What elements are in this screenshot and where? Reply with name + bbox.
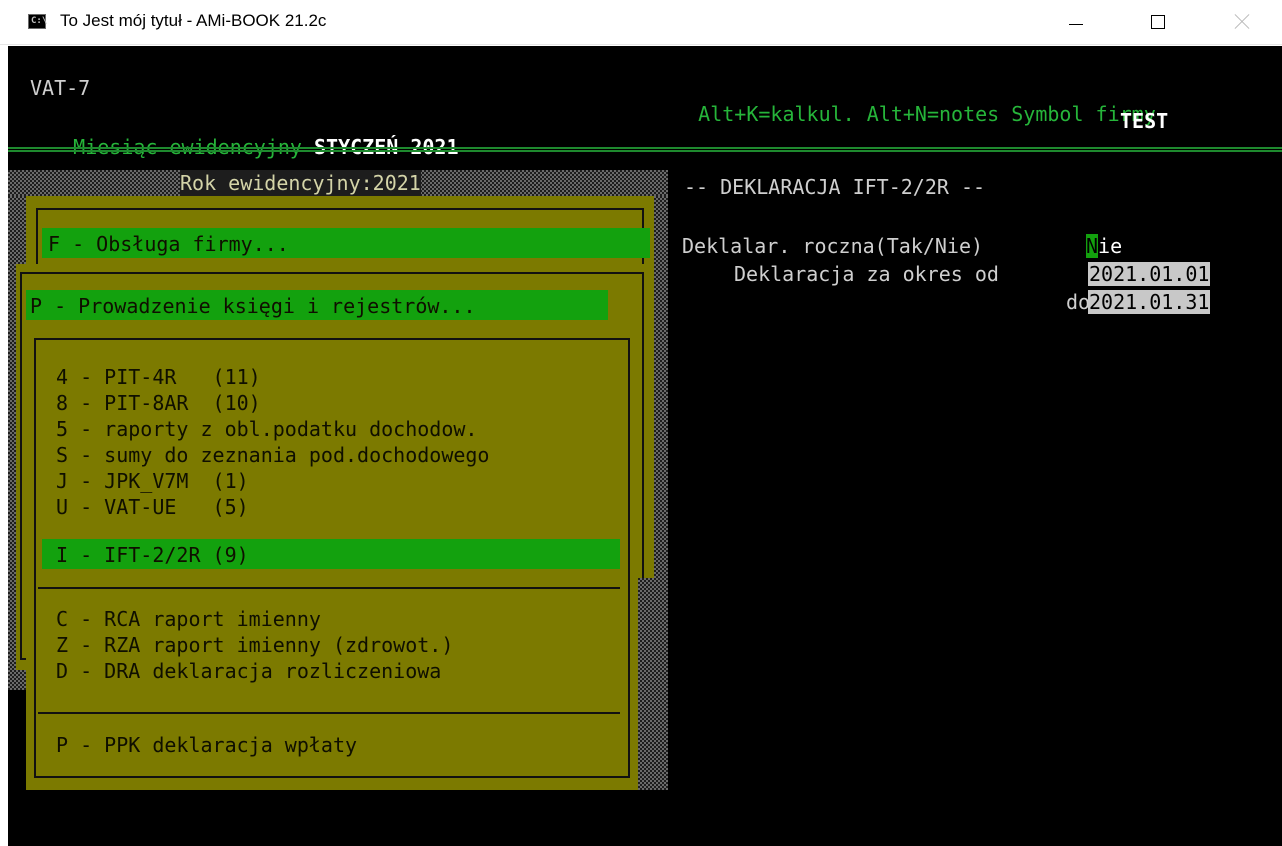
maximize-icon[interactable] [1120, 0, 1192, 45]
period-from-value: 2021.01.01 [1088, 262, 1211, 286]
submenu-separator [38, 587, 620, 589]
menu-item-dra[interactable]: D - DRA deklaracja rozliczeniowa [56, 658, 441, 684]
menu-item-pit8ar[interactable]: 8 - PIT-8AR (10) [56, 390, 261, 416]
close-icon[interactable] [1200, 0, 1272, 45]
annual-declaration-field[interactable]: Nie [1086, 233, 1122, 259]
period-to-field[interactable]: 2021.01.31 [1088, 289, 1211, 315]
declaration-title: -- DEKLARACJA IFT-2/2R -- [684, 175, 986, 199]
menu-item-vat-ue[interactable]: U - VAT-UE (5) [56, 494, 249, 520]
menu-item-ift2-selected[interactable]: I - IFT-2/2R (9) [56, 542, 249, 568]
year-label: Rok ewidencyjny:2021 [180, 170, 421, 196]
window-title: To Jest mój tytuł - AMi-BOOK 21.2c [60, 11, 327, 30]
submenu-separator [38, 712, 620, 714]
console-app-icon: C:\ [28, 14, 48, 29]
menu-item-income-declaration-sums[interactable]: S - sumy do zeznania pod.dochodowego [56, 442, 489, 468]
window-titlebar[interactable]: C:\ To Jest mój tytuł - AMi-BOOK 21.2c [0, 0, 1282, 45]
submenu-right-shadow [638, 578, 668, 790]
menu-ledger-label: P - Prowadzenie księgi i rejestrów... [30, 294, 476, 318]
period-from-field[interactable]: 2021.01.01 [1088, 261, 1211, 287]
hotkeys-text: Alt+K=kalkul. Alt+N=notes [698, 102, 1000, 126]
console-screen[interactable]: VAT-7 Miesiąc ewidencyjny STYCZEŃ 2021 A… [8, 46, 1282, 846]
header-separator [8, 147, 1282, 152]
app-icon-text: C:\ [31, 16, 48, 26]
company-value: TEST [1120, 109, 1169, 133]
annual-declaration-value: ie [1098, 234, 1123, 258]
menu-firm-label: F - Obsługa firmy... [48, 232, 289, 256]
hotkeys-line: Alt+K=kalkul. Alt+N=notes Symbol firmy [650, 75, 1156, 153]
module-name: VAT-7 [30, 76, 91, 100]
period-to-label: do [1066, 290, 1091, 314]
text-cursor: N [1086, 234, 1099, 258]
minimize-icon[interactable] [1040, 0, 1112, 45]
menu-item-jpk-v7m[interactable]: J - JPK_V7M (1) [56, 468, 249, 494]
menu-item-rca[interactable]: C - RCA raport imienny [56, 606, 321, 632]
menu-item-ppk[interactable]: P - PPK deklaracja wpłaty [56, 732, 357, 758]
period-to-value: 2021.01.31 [1088, 290, 1211, 314]
annual-declaration-label: Deklalar. roczna(Tak/Nie) [682, 234, 984, 258]
menu-item-pit4r[interactable]: 4 - PIT-4R (11) [56, 364, 261, 390]
period-from-label: Deklaracja za okres od [734, 262, 999, 286]
menu-item-income-tax-reports[interactable]: 5 - raporty z obl.podatku dochodow. [56, 416, 477, 442]
menu-item-rza[interactable]: Z - RZA raport imienny (zdrowot.) [56, 632, 453, 658]
